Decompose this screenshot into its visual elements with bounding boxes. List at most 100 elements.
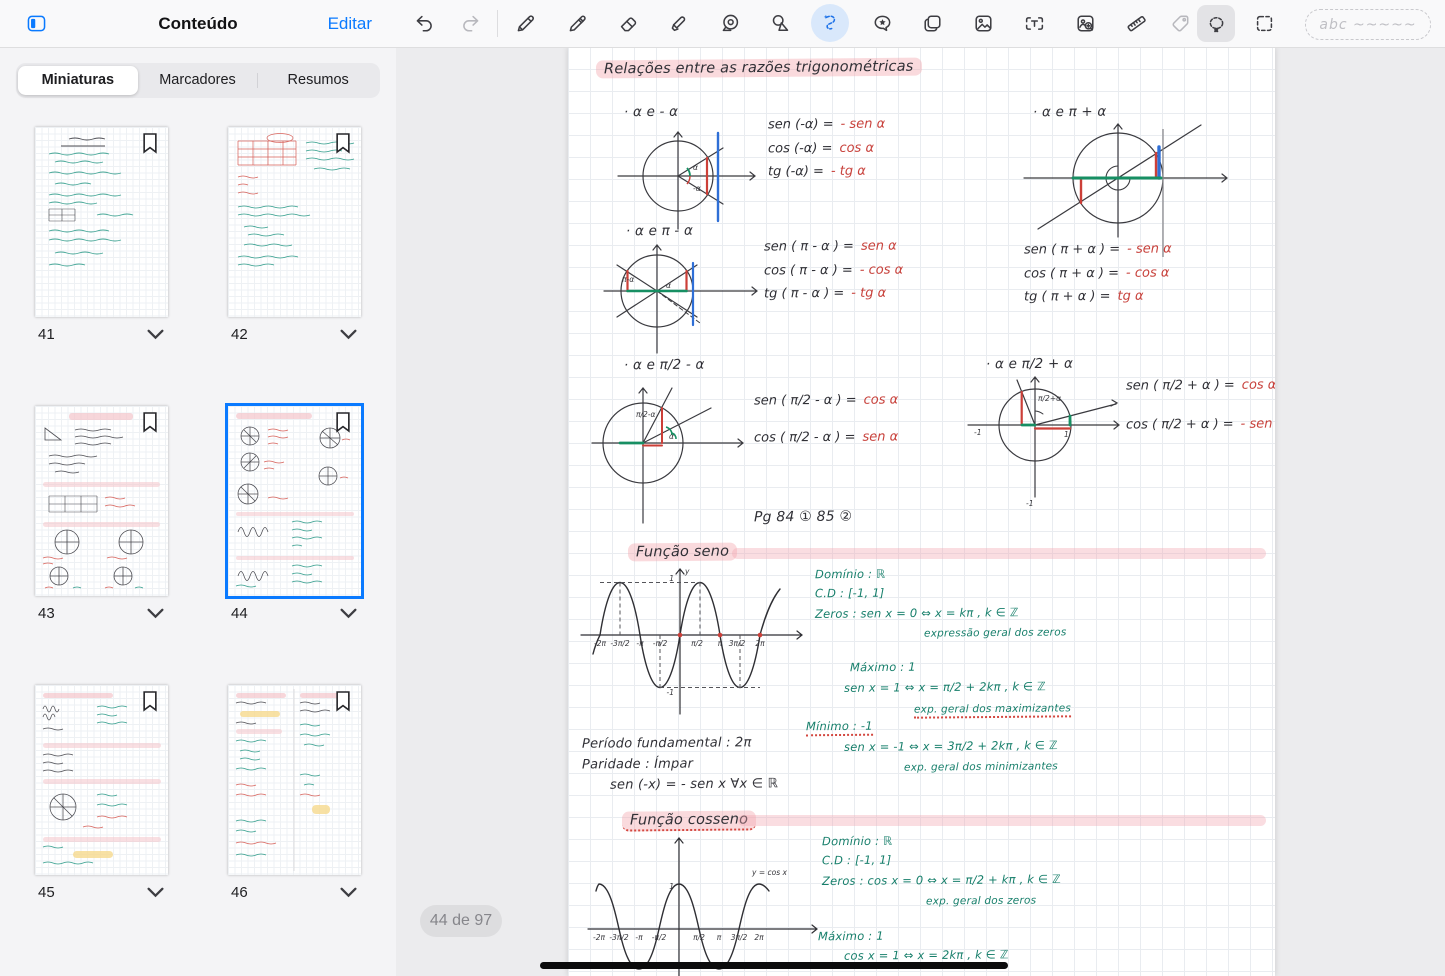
formula-line: sen ( π + α ) =- sen α: [1024, 241, 1172, 257]
svg-text:-α: -α: [693, 184, 701, 193]
highlighter-tool-button[interactable]: [659, 5, 699, 42]
chevron-down-icon[interactable]: [146, 328, 165, 341]
svg-text:-π: -π: [636, 639, 644, 648]
svg-text:-3π/2: -3π/2: [610, 639, 630, 648]
bookmark-icon[interactable]: [141, 411, 159, 433]
chevron-down-icon[interactable]: [146, 886, 165, 899]
eraser-tool-button[interactable]: [608, 5, 648, 42]
thumbnail-meta: 42: [228, 326, 361, 343]
sidebar-toggle-button[interactable]: [25, 12, 48, 35]
formula-line: tg (-α) =- tg α: [768, 164, 885, 180]
ruler-tool-button[interactable]: [1116, 5, 1156, 42]
pages-icon: [921, 12, 944, 35]
handwriting-hint: abc ~~~~~: [1319, 17, 1416, 33]
content-sidebar: Miniaturas Marcadores Resumos: [0, 47, 396, 976]
formula-group: sen ( π/2 + α ) =cos α cos ( π/2 + α ) =…: [1126, 378, 1275, 432]
formula-line: tg ( π - α ) =- tg α: [764, 286, 903, 302]
unit-circle-diagram: π/2-α α: [584, 381, 764, 531]
fountain-pen-icon: [514, 12, 537, 35]
formula-group: sen ( π/2 - α ) =cos α cos ( π/2 - α ) =…: [754, 393, 898, 445]
thumbnail-scribbles: [35, 685, 168, 875]
text-tool-button[interactable]: [1014, 5, 1054, 42]
svg-text:-1: -1: [1026, 499, 1033, 508]
svg-text:-1: -1: [974, 428, 981, 437]
formula-group: sen ( π - α ) =sen α cos ( π - α ) =- co…: [764, 239, 903, 301]
redo-button[interactable]: [450, 5, 490, 42]
formula-line: cos ( π/2 + α ) =- sen α: [1126, 416, 1275, 432]
svg-text:3π/2: 3π/2: [729, 639, 746, 648]
chevron-down-icon[interactable]: [339, 886, 358, 899]
sidebar-icon: [25, 12, 48, 35]
document-canvas: Relações entre as razões trigonométricas…: [396, 47, 1445, 976]
ruler-icon: [1125, 12, 1148, 35]
page-number: 41: [38, 326, 55, 343]
pencil-tool-button[interactable]: [557, 5, 597, 42]
formula-line: tg ( π + α ) =tg α: [1024, 288, 1172, 304]
lasso-tool-button[interactable]: [1197, 5, 1235, 42]
chevron-down-icon[interactable]: [339, 607, 358, 620]
notebook-page[interactable]: Relações entre as razões trigonométricas…: [568, 47, 1275, 976]
tape-tool-button[interactable]: [710, 5, 750, 42]
sine-section-title: Função seno: [628, 543, 737, 562]
formula-group: sen (-α) =- sen α cos (-α) =cos α tg (-α…: [768, 117, 885, 179]
bookmark-icon[interactable]: [141, 132, 159, 154]
pen-tool-button[interactable]: [505, 5, 545, 42]
bookmark-icon[interactable]: [334, 690, 352, 712]
ai-pen-icon: [819, 12, 842, 35]
toolbar-divider: [497, 10, 498, 37]
formula-line: cos ( π/2 - α ) =sen α: [754, 429, 898, 445]
page-thumbnail-45[interactable]: [35, 685, 168, 875]
svg-text:-3π/2: -3π/2: [609, 933, 629, 942]
tab-marcadores[interactable]: Marcadores: [138, 66, 258, 95]
highlighter-icon: [668, 12, 691, 35]
cosine-max: Máximo : 1: [818, 929, 884, 944]
svg-text:1: 1: [669, 882, 674, 891]
formula-line: sen (-α) =- sen α: [768, 117, 885, 133]
tag-tool-button[interactable]: [1162, 5, 1198, 42]
sidebar-tab-bar: Miniaturas Marcadores Resumos: [16, 63, 380, 98]
ai-pen-tool-button[interactable]: [811, 4, 849, 42]
bookmark-icon[interactable]: [141, 690, 159, 712]
thumbnail-meta: 45: [35, 884, 168, 901]
handwriting-recognition-field[interactable]: abc ~~~~~: [1305, 9, 1431, 40]
tab-resumos[interactable]: Resumos: [258, 66, 378, 95]
sidebar-panel-title: Conteúdo: [60, 0, 336, 47]
image-tool-button[interactable]: [963, 5, 1003, 42]
page-thumbnail-44-selected[interactable]: [228, 406, 361, 596]
sine-parity: Paridade : Ímpar: [582, 757, 693, 773]
sticker-tool-button[interactable]: [862, 5, 902, 42]
thumbnail-cell-44: 44: [228, 406, 361, 622]
svg-text:π-α: π-α: [622, 275, 634, 284]
page-number: 45: [38, 884, 55, 901]
home-indicator[interactable]: [540, 962, 1008, 969]
page-thumbnail-41[interactable]: [35, 127, 168, 317]
pages-tool-button[interactable]: [912, 5, 952, 42]
media-search-tool-button[interactable]: [1065, 5, 1105, 42]
shapes-tool-button[interactable]: [760, 5, 800, 42]
edit-button[interactable]: Editar: [328, 0, 372, 47]
cosine-graph: 1 y = cos x -2π -3π/2 -π -π/2 π/2 π 3π/2…: [582, 831, 820, 976]
cosine-zeros: Zeros : cos x = 0 ⇔ x = π/2 + kπ , k ∈ ℤ: [822, 872, 1061, 888]
thumbnail-scribbles: [228, 127, 361, 317]
page-thumbnail-42[interactable]: [228, 127, 361, 317]
thumbnail-cell-42: 42: [228, 127, 361, 343]
sine-min: Mínimo : -1: [806, 719, 873, 737]
undo-button[interactable]: [404, 5, 444, 42]
svg-text:-π/2: -π/2: [652, 933, 667, 942]
cosine-section-title: Função cosseno: [622, 810, 756, 831]
svg-text:-π: -π: [635, 933, 643, 942]
note-title: Relações entre as razões trigonométricas: [596, 58, 922, 79]
page-thumbnail-43[interactable]: [35, 406, 168, 596]
chevron-down-icon[interactable]: [339, 328, 358, 341]
bookmark-icon[interactable]: [334, 411, 352, 433]
chevron-down-icon[interactable]: [146, 607, 165, 620]
page-thumbnail-46[interactable]: [228, 685, 361, 875]
sine-max-note: exp. geral dos maximizantes: [914, 702, 1071, 718]
thumbnail-scribbles: [35, 127, 168, 317]
bookmark-icon[interactable]: [334, 132, 352, 154]
svg-text:π/2: π/2: [691, 639, 703, 648]
unit-circle-diagram: π-α α: [590, 241, 780, 363]
media-search-icon: [1074, 12, 1097, 35]
marquee-tool-button[interactable]: [1246, 5, 1283, 42]
tab-miniaturas[interactable]: Miniaturas: [18, 66, 138, 95]
